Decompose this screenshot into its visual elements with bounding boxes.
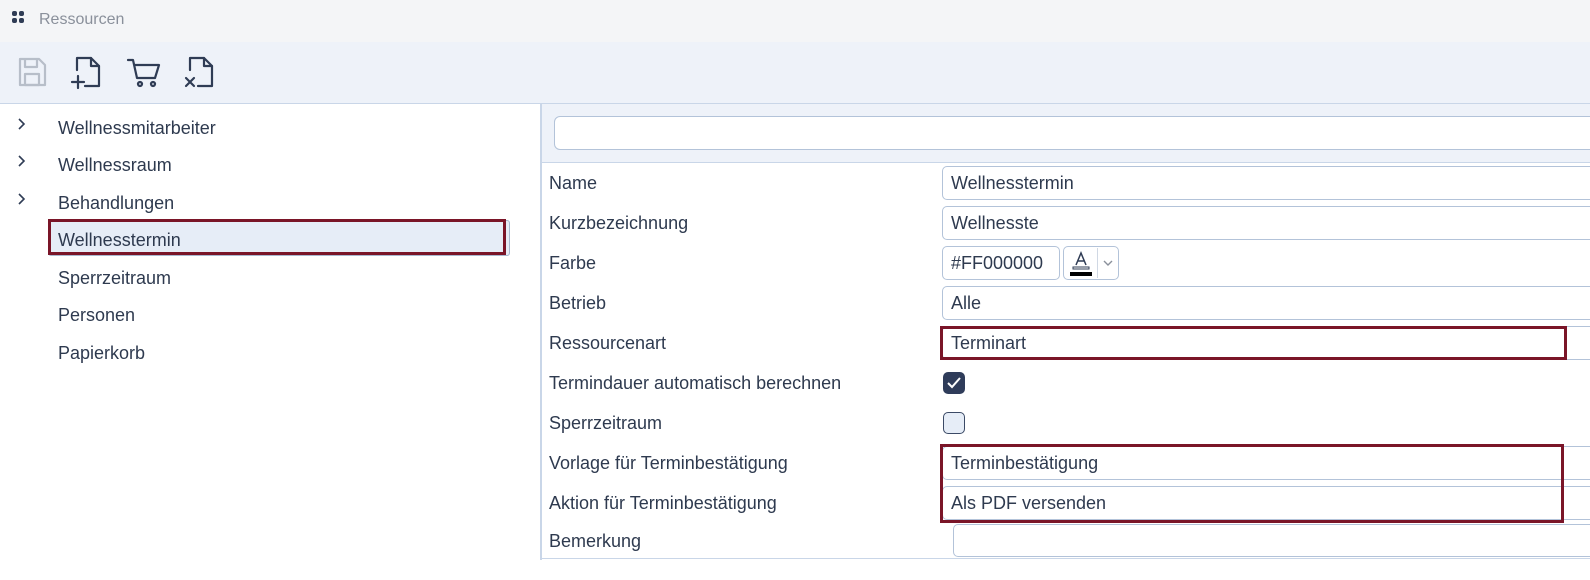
color-picker-button[interactable] xyxy=(1063,246,1119,280)
bemerkung-field[interactable] xyxy=(953,524,1590,557)
ressourcenart-label: Ressourcenart xyxy=(549,333,667,353)
dropdown-separator xyxy=(1097,248,1098,278)
aktion-label: Aktion für Terminbestätigung xyxy=(549,493,777,513)
title-bar: Ressourcen xyxy=(0,0,1590,42)
tree-item-wellnessmitarbeiter[interactable]: Wellnessmitarbeiter xyxy=(0,108,520,142)
cart-button[interactable] xyxy=(126,54,162,90)
termindauer-label: Termindauer automatisch berechnen xyxy=(549,373,842,393)
kurzbezeichnung-label: Kurzbezeichnung xyxy=(549,213,689,233)
bemerkung-label: Bemerkung xyxy=(549,531,642,551)
tree-item-label: Wellnessmitarbeiter xyxy=(58,118,216,138)
file-plus-icon xyxy=(70,56,101,90)
tree-item-behandlungen[interactable]: Behandlungen xyxy=(0,183,520,217)
font-color-icon xyxy=(1070,251,1092,276)
tree-item-papierkorb[interactable]: Papierkorb xyxy=(0,333,520,367)
tree-item-wellnesstermin[interactable]: Wellnesstermin xyxy=(0,220,520,256)
checkmark-icon xyxy=(947,377,961,389)
betrieb-field[interactable]: Alle xyxy=(942,286,1590,320)
kurzbezeichnung-field[interactable]: Wellnesste xyxy=(942,206,1590,240)
termindauer-checkbox[interactable] xyxy=(943,372,965,394)
sperrzeitraum-checkbox[interactable] xyxy=(943,412,965,434)
bottom-border xyxy=(542,558,1590,559)
tree-item-label: Personen xyxy=(58,305,136,325)
cart-icon xyxy=(126,58,161,88)
panel-divider[interactable] xyxy=(540,104,542,560)
file-x-icon xyxy=(184,56,214,88)
betrieb-label: Betrieb xyxy=(549,293,607,313)
delete-button[interactable] xyxy=(182,54,218,90)
chevron-right-icon[interactable] xyxy=(16,117,28,131)
detail-header xyxy=(542,104,1590,163)
chevron-right-icon[interactable] xyxy=(16,192,28,206)
name-label: Name xyxy=(549,173,598,193)
tree-item-wellnessraum[interactable]: Wellnessraum xyxy=(0,145,520,179)
save-button[interactable] xyxy=(14,54,50,90)
farbe-label: Farbe xyxy=(549,253,597,273)
tree-item-label: Behandlungen xyxy=(58,193,175,213)
tree-item-label: Papierkorb xyxy=(58,343,146,363)
vorlage-field[interactable]: Terminbestätigung xyxy=(942,446,1590,480)
search-input[interactable] xyxy=(554,116,1590,150)
sperrzeitraum-label: Sperrzeitraum xyxy=(549,413,663,433)
resource-tree: Wellnessmitarbeiter Wellnessraum Behandl… xyxy=(0,104,540,580)
tree-item-sperrzeitraum[interactable]: Sperrzeitraum xyxy=(0,258,520,292)
chevron-down-icon xyxy=(1103,260,1113,266)
save-icon xyxy=(18,57,47,87)
window-title: Ressourcen xyxy=(39,11,125,28)
toolbar xyxy=(0,42,1590,104)
aktion-field[interactable]: Als PDF versenden xyxy=(942,486,1590,520)
tree-item-label: Wellnessraum xyxy=(58,155,172,175)
name-field[interactable]: Wellnesstermin xyxy=(942,166,1590,200)
tree-item-personen[interactable]: Personen xyxy=(0,295,520,329)
vorlage-label: Vorlage für Terminbestätigung xyxy=(549,453,788,473)
ressourcenart-field[interactable]: Terminart xyxy=(942,326,1590,360)
app-icon xyxy=(12,11,26,25)
farbe-field[interactable]: #FF000000 xyxy=(942,246,1060,280)
tree-item-label: Wellnesstermin xyxy=(58,230,181,250)
chevron-right-icon[interactable] xyxy=(16,154,28,168)
tree-item-label: Sperrzeitraum xyxy=(58,268,172,288)
new-button[interactable] xyxy=(69,54,105,90)
